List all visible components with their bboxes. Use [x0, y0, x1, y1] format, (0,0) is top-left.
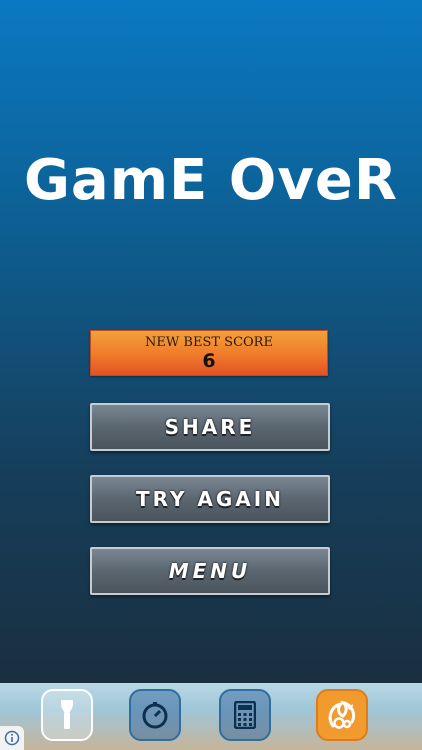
- game-over-title: GamE OveR: [23, 148, 399, 213]
- best-score-value: 6: [202, 350, 216, 372]
- share-button[interactable]: SHARE: [90, 403, 330, 451]
- info-icon[interactable]: [0, 726, 24, 750]
- control-dock: [0, 683, 422, 750]
- uc-browser-icon[interactable]: [316, 689, 368, 741]
- menu-button[interactable]: MENU: [90, 547, 330, 595]
- try-again-button[interactable]: TRY AGAIN: [90, 475, 330, 523]
- best-score-label: NEW BEST SCORE: [145, 335, 273, 350]
- timer-icon[interactable]: [129, 689, 181, 741]
- flashlight-icon[interactable]: [41, 689, 93, 741]
- calculator-icon[interactable]: [219, 689, 271, 741]
- best-score-panel: NEW BEST SCORE 6: [90, 330, 328, 376]
